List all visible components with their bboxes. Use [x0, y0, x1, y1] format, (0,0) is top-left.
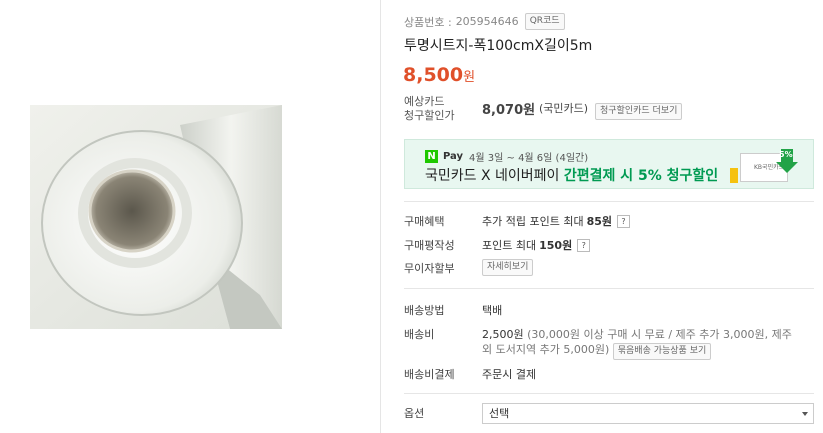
- option-select[interactable]: 선택: [482, 403, 814, 424]
- price-value: 8,500: [403, 64, 464, 86]
- shipping-fee-line1: 2,500원 (30,000원 이상 구매 시 무료 / 제주 추가 3,000…: [482, 326, 792, 342]
- review-benefit-label: 구매평작성: [404, 239, 455, 252]
- shipping-fee-detail-2: 외 도서지역 추가 5,000원): [482, 343, 610, 356]
- arrow-head: [776, 162, 798, 173]
- discount-percent: 5%: [779, 150, 793, 159]
- installment-details-button[interactable]: 자세히보기: [482, 259, 534, 276]
- purchase-benefit-points: 85원: [586, 215, 613, 228]
- card-discount-more-button[interactable]: 청구할인카드 더보기: [595, 103, 683, 120]
- promo-text-highlight: 간편결제 시 5% 청구할인: [563, 168, 719, 184]
- section-divider: [404, 288, 814, 289]
- product-id-value: 205954646: [455, 15, 519, 28]
- promo-dates: 4월 3일 ~ 4월 6일 (4일간): [469, 153, 589, 164]
- card-discount-label-line1: 예상카드: [404, 95, 445, 108]
- naverpay-promo-banner[interactable]: N Pay 4월 3일 ~ 4월 6일 (4일간) 국민카드 X 네이버페이 간…: [404, 139, 814, 189]
- help-icon[interactable]: ?: [617, 214, 631, 228]
- purchase-benefit-label: 구매혜택: [404, 215, 445, 228]
- shipping-fee-detail-1: (30,000원 이상 구매 시 무료 / 제주 추가 3,000원, 제주: [527, 328, 792, 341]
- shipping-fee-label: 배송비: [404, 328, 435, 341]
- card-discount-label-line2: 청구할인가: [404, 109, 455, 122]
- card-discount-label: 예상카드 청구할인가: [404, 95, 455, 123]
- shipping-fee-line2: 외 도서지역 추가 5,000원) 묶음배송 가능상품 보기: [482, 341, 712, 360]
- product-photo[interactable]: [30, 105, 282, 329]
- discount-arrow-icon: 5%: [776, 149, 798, 174]
- promo-text: 국민카드 X 네이버페이 간편결제 시 5% 청구할인: [425, 165, 718, 185]
- card-name: (국민카드): [539, 102, 589, 115]
- product-title: 투명시트지-폭100cmX길이5m: [404, 38, 593, 54]
- film-roll-image: [30, 105, 282, 329]
- product-id-label: 상품번호 :: [404, 15, 452, 29]
- review-benefit-value: 포인트 최대 150원 ?: [482, 237, 591, 253]
- chevron-down-icon: [802, 412, 808, 416]
- option-label: 옵션: [404, 407, 425, 420]
- installment-label: 무이자할부: [404, 262, 455, 275]
- product-price: 8,500원: [403, 64, 475, 86]
- option-selected-value: 선택: [489, 407, 510, 420]
- card-discount-price: 8,070원: [482, 103, 536, 118]
- promo-text-plain: 국민카드 X 네이버페이: [425, 168, 564, 184]
- review-benefit-points: 150원: [539, 239, 573, 252]
- qr-code-button[interactable]: QR코드: [524, 13, 565, 30]
- bundle-shipping-button[interactable]: 묶음배송 가능상품 보기: [612, 343, 712, 360]
- installment-value: 자세히보기: [482, 259, 534, 276]
- product-id: 상품번호 : 205954646 QR코드: [404, 13, 565, 30]
- shipping-method-label: 배송방법: [404, 304, 445, 317]
- section-divider: [404, 201, 814, 202]
- product-image-panel: [0, 0, 380, 433]
- section-divider: [404, 393, 814, 394]
- product-info-panel: 상품번호 : 205954646 QR코드 투명시트지-폭100cmX길이5m …: [381, 0, 823, 433]
- coin-icon: [730, 168, 738, 183]
- shipping-fee-value: 2,500원: [482, 328, 524, 341]
- purchase-benefit-text: 추가 적립 포인트 최대: [482, 215, 584, 228]
- shipping-method-value: 택배: [482, 304, 503, 317]
- review-benefit-text: 포인트 최대: [482, 239, 537, 252]
- purchase-benefit-value: 추가 적립 포인트 최대 85원 ?: [482, 213, 631, 229]
- shipping-payment-value: 주문시 결제: [482, 368, 537, 381]
- shipping-payment-label: 배송비결제: [404, 368, 455, 381]
- naver-n-icon: N: [425, 150, 438, 163]
- pay-brand: Pay: [443, 151, 464, 162]
- price-unit: 원: [463, 70, 476, 85]
- help-icon[interactable]: ?: [577, 238, 591, 252]
- naverpay-header: N Pay 4월 3일 ~ 4월 6일 (4일간): [425, 149, 588, 164]
